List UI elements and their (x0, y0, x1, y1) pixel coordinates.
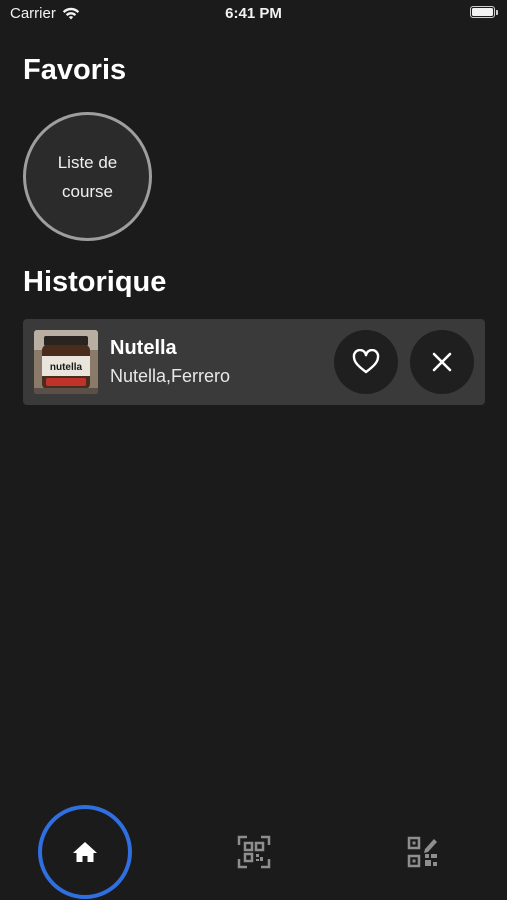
favorite-list-label: Liste de course (57, 152, 118, 201)
favorites-title: Favoris (23, 54, 127, 86)
heart-icon (352, 349, 380, 374)
tab-generate[interactable] (376, 805, 470, 899)
tab-home[interactable] (38, 805, 132, 899)
tab-bar (0, 800, 507, 900)
nutella-jar-image: nutella (34, 330, 98, 394)
product-name: Nutella (110, 337, 177, 359)
home-icon (73, 842, 97, 862)
favorite-list-button[interactable]: Liste de course (23, 112, 152, 241)
history-title: Historique (23, 266, 167, 298)
history-item[interactable]: nutella Nutella Nutella,Ferrero (23, 319, 485, 405)
add-favorite-button[interactable] (334, 330, 398, 394)
qr-scan-icon (237, 835, 271, 869)
status-time: 6:41 PM (225, 5, 282, 22)
status-bar: Carrier 6:41 PM (0, 0, 507, 30)
tab-scan[interactable] (207, 805, 301, 899)
qr-edit-icon (407, 836, 437, 868)
remove-history-button[interactable] (410, 330, 474, 394)
battery-icon (470, 6, 498, 18)
product-brands: Nutella,Ferrero (110, 366, 231, 386)
thumbnail-brand-text: nutella (50, 362, 83, 373)
close-icon (432, 352, 452, 372)
product-thumbnail: nutella (34, 330, 98, 394)
battery-level (472, 8, 493, 16)
